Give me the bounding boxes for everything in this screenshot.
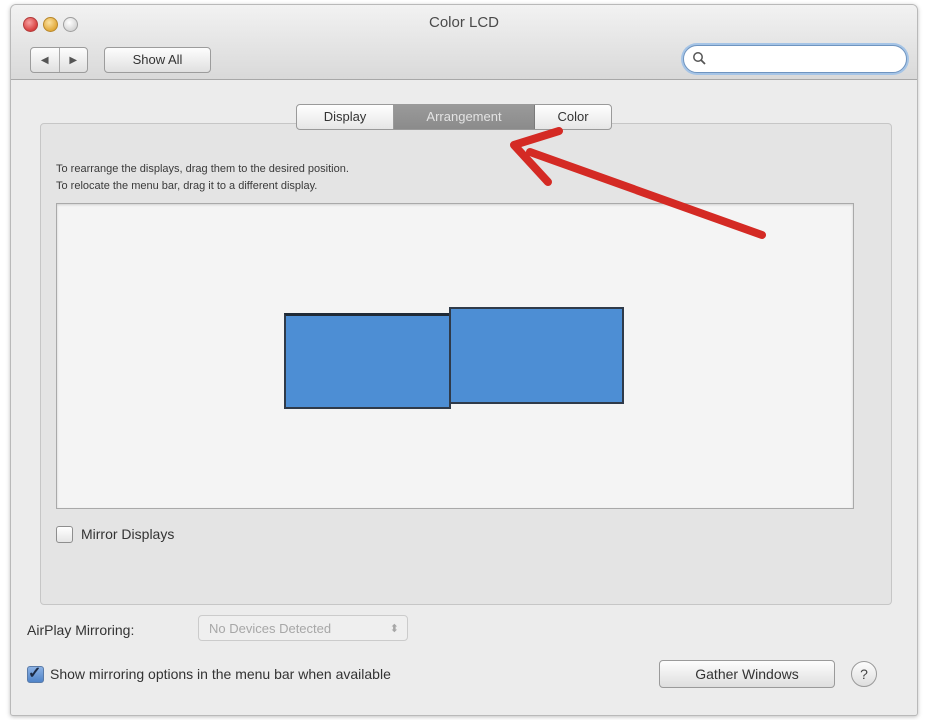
title-bar: Color LCD ◀ ▶ Show All — [11, 5, 917, 80]
show-mirroring-option[interactable]: ✓ Show mirroring options in the menu bar… — [27, 663, 391, 685]
display-1-thumbnail[interactable] — [284, 313, 451, 409]
search-input[interactable] — [710, 49, 900, 69]
help-button[interactable]: ? — [851, 661, 877, 687]
tab-bar: Display Arrangement Color — [296, 104, 612, 130]
airplay-mirroring-select[interactable]: No Devices Detected ⬍ — [198, 615, 408, 641]
mirror-displays-label: Mirror Displays — [81, 526, 175, 542]
back-arrow-icon: ◀ — [40, 54, 49, 66]
show-all-button[interactable]: Show All — [104, 47, 211, 73]
forward-button[interactable]: ▶ — [60, 48, 88, 72]
tab-display[interactable]: Display — [297, 105, 394, 129]
gather-windows-button[interactable]: Gather Windows — [659, 660, 835, 688]
show-mirroring-checkbox[interactable]: ✓ — [27, 664, 44, 683]
airplay-selected-value: No Devices Detected — [209, 621, 332, 636]
airplay-mirroring-label: AirPlay Mirroring: — [27, 622, 135, 638]
select-chevron-icon: ⬍ — [389, 623, 399, 635]
arrangement-instruction-1: To rearrange the displays, drag them to … — [56, 163, 349, 175]
tab-color[interactable]: Color — [535, 105, 611, 129]
mirror-displays-checkbox[interactable] — [56, 525, 73, 543]
search-field[interactable] — [683, 45, 907, 73]
forward-arrow-icon: ▶ — [69, 54, 78, 66]
tab-arrangement[interactable]: Arrangement — [394, 105, 535, 129]
show-mirroring-label: Show mirroring options in the menu bar w… — [50, 666, 391, 682]
arrangement-instruction-2: To relocate the menu bar, drag it to a d… — [56, 180, 318, 192]
display-2-thumbnail[interactable] — [449, 307, 624, 404]
display-arrangement-area — [56, 203, 854, 509]
search-icon — [693, 52, 706, 65]
checkmark-icon: ✓ — [28, 664, 42, 682]
back-button[interactable]: ◀ — [31, 48, 60, 72]
back-forward-group: ◀ ▶ — [30, 47, 88, 73]
window-title: Color LCD — [428, 14, 500, 31]
mirror-displays-option[interactable]: Mirror Displays — [56, 524, 174, 544]
